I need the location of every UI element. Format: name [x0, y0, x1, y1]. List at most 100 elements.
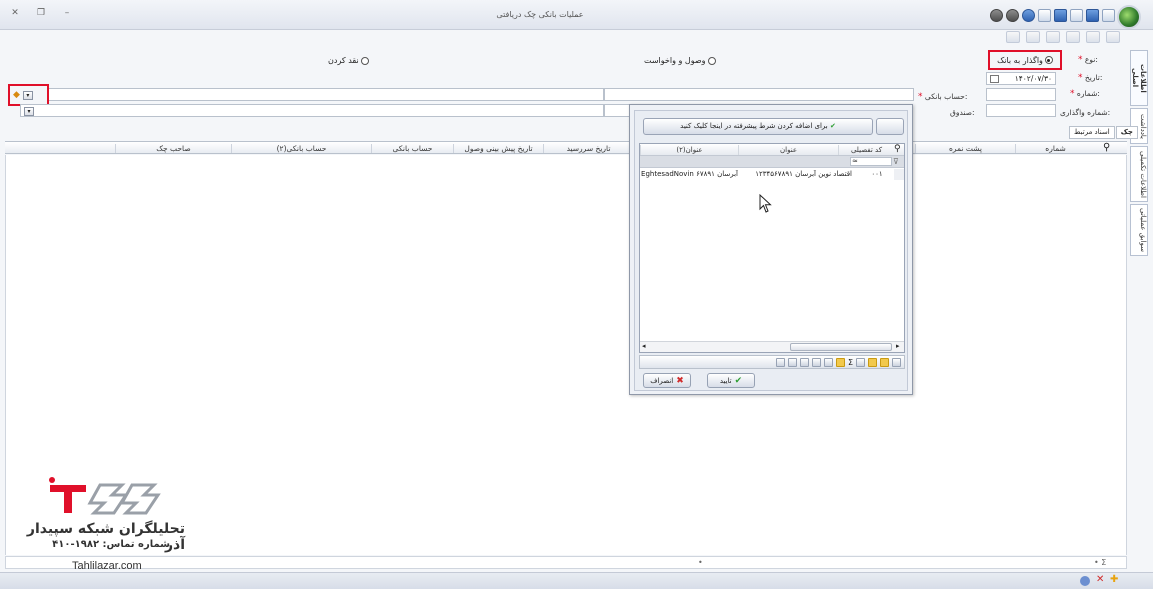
fit-columns-icon[interactable]: [835, 357, 845, 367]
watermark-website: Tahlilazar.com: [72, 560, 142, 572]
lookup-arrow-icon[interactable]: ◆: [13, 90, 20, 100]
watermark-logo: [49, 477, 161, 515]
grid-icon[interactable]: [1038, 8, 1051, 22]
tab-check[interactable]: چک: [1115, 126, 1138, 139]
col-bank-account[interactable]: حساب بانکی: [371, 144, 453, 153]
window-title: عملیات بانکی چک دریافتی: [496, 10, 584, 19]
secondary-toolbar: [960, 28, 1120, 46]
col-due-date[interactable]: تاریخ سررسید: [543, 144, 633, 153]
advanced-condition-button[interactable]: برای اضافه کردن شرط پیشرفته در اینجا کلی…: [643, 118, 873, 135]
bank-account-field-left[interactable]: [48, 88, 604, 101]
close-icon[interactable]: ✕: [8, 7, 22, 19]
new-icon[interactable]: [1106, 31, 1120, 43]
search-icon[interactable]: ⚲: [894, 144, 901, 154]
save-icon[interactable]: [1054, 8, 1067, 22]
date-field[interactable]: ۱۴۰۲/۰۷/۳۰: [986, 72, 1056, 85]
assign-number-field[interactable]: [986, 104, 1056, 117]
watermark-phone: شماره تماس: ۱۹۸۲-۴۱۰: [52, 539, 170, 550]
scroll-thumb[interactable]: [790, 343, 892, 351]
columns-icon[interactable]: [823, 357, 833, 367]
status-close-icon[interactable]: ✕: [1096, 574, 1104, 585]
print-icon[interactable]: [1006, 31, 1020, 43]
filter-icon[interactable]: ⊽: [893, 157, 899, 166]
col-number[interactable]: شماره: [1015, 144, 1095, 153]
radio-dot: [707, 56, 716, 65]
group-icon[interactable]: [856, 357, 865, 367]
col-bank-account-2[interactable]: حساب بانکی(۲): [231, 144, 371, 153]
lookup-row[interactable]: ۰۰۱ اقتصاد نوین آبرسان ۱۲۳۴۵۶۷۸۹۱ Eghtes…: [640, 169, 904, 180]
assign-number-label: شماره واگذاری:: [1060, 108, 1111, 117]
settings-icon[interactable]: [775, 357, 785, 367]
grid-footer: • Σ •: [5, 556, 1127, 569]
number-field[interactable]: [986, 88, 1056, 101]
bank-account-field[interactable]: [604, 88, 914, 101]
bookmark-icon[interactable]: [787, 357, 797, 367]
col-title[interactable]: عنوان: [738, 145, 838, 155]
refresh-icon[interactable]: [892, 357, 901, 367]
help-icon[interactable]: [1006, 8, 1019, 22]
cell-title: اقتصاد نوین آبرسان ۱۲۳۴۵۶۷۸۹۱: [755, 170, 852, 178]
edit-icon[interactable]: [1026, 31, 1040, 43]
lookup-grid: ⚲ کد تفصیلی عنوان عنوان(۲) ⊽ ≈ ۰۰۱ اقتصا…: [639, 143, 905, 353]
mouse-cursor-icon: [759, 194, 772, 213]
tab-related-docs[interactable]: اسناد مرتبط: [1069, 126, 1115, 139]
filter-operator-icon[interactable]: ≈: [852, 157, 858, 165]
dropdown-arrow-icon[interactable]: ▾: [22, 90, 33, 100]
tab-main-info[interactable]: اطلاعات اصلی: [1130, 50, 1148, 106]
col-detail-code[interactable]: کد تفصیلی: [838, 145, 894, 155]
radio-cash[interactable]: نقد کردن: [328, 56, 369, 65]
quick-access-toolbar: [965, 6, 1115, 24]
radio-assign-to-bank-box[interactable]: واگذار به بانک: [988, 50, 1062, 70]
tab-history[interactable]: سوابق عملیاتی: [1130, 204, 1148, 256]
col-check-owner[interactable]: صاحب چک: [115, 144, 231, 153]
minimize-icon[interactable]: –: [60, 7, 74, 19]
app-window: ✕ ❐ – عملیات بانکی چک دریافتی اطلاعات اص…: [0, 0, 1153, 589]
advanced-condition-side-button[interactable]: [876, 118, 904, 135]
options-icon[interactable]: [990, 8, 1003, 22]
tab-extra-info[interactable]: اطلاعات تکمیلی: [1130, 146, 1148, 202]
lookup-grid-header: ⚲ کد تفصیلی عنوان عنوان(۲): [640, 144, 904, 156]
ok-button[interactable]: تایید ✔: [707, 373, 755, 388]
undo-icon[interactable]: [1046, 31, 1060, 43]
status-add-icon[interactable]: ✚: [1110, 574, 1118, 585]
new-document-icon[interactable]: [1102, 8, 1115, 22]
print-icon[interactable]: [811, 357, 821, 367]
dropdown-arrow-icon[interactable]: ▾: [24, 107, 34, 116]
save-close-icon[interactable]: [1086, 8, 1099, 22]
cell-title-2: EghtesadNovin آبرسان ۶۷۸۹۱: [641, 170, 738, 178]
excel-icon[interactable]: [799, 357, 809, 367]
footer-sum: • Σ: [1094, 558, 1107, 567]
fund-field-left[interactable]: ▾: [20, 104, 604, 117]
col-title-2[interactable]: عنوان(۲): [640, 145, 738, 155]
calendar-icon[interactable]: [990, 74, 999, 83]
scroll-right-icon[interactable]: ▸: [896, 342, 900, 350]
scroll-left-icon[interactable]: ◂: [642, 342, 646, 350]
type-label: * نوع:: [1078, 55, 1098, 65]
horizontal-scrollbar[interactable]: ◂ ▸: [640, 341, 904, 352]
sum-icon[interactable]: Σ: [848, 358, 853, 367]
save-as-icon[interactable]: [1070, 8, 1083, 22]
number-label: * شماره:: [1070, 89, 1100, 99]
filter-clear-icon[interactable]: [868, 357, 877, 367]
cancel-button[interactable]: انصراف ✖: [643, 373, 691, 388]
status-bar: ✕ ✚: [0, 572, 1153, 589]
col-back-number[interactable]: پشت نمره: [915, 144, 1015, 153]
filter-icon[interactable]: [880, 357, 889, 367]
lookup-popup: برای اضافه کردن شرط پیشرفته در اینجا کلی…: [629, 104, 913, 395]
check-icon: ✔: [734, 375, 743, 386]
radio-dot: [360, 56, 369, 65]
grid-tabs: اسناد مرتبط چک: [1068, 126, 1138, 139]
redo-icon[interactable]: [1066, 31, 1080, 43]
radio-collect-protest[interactable]: وصول و واخواست: [644, 56, 716, 65]
radio-dot: [1044, 56, 1053, 64]
search-icon[interactable]: ⚲: [1103, 142, 1110, 153]
info-icon[interactable]: [1022, 8, 1035, 22]
restore-icon[interactable]: ❐: [34, 7, 48, 19]
refresh-icon[interactable]: [1086, 31, 1100, 43]
bank-account-lookup-box[interactable]: ◆ ▾: [8, 84, 49, 106]
lookup-toolbar: Σ: [639, 355, 905, 369]
col-forecast-date[interactable]: تاریخ پیش بینی وصول: [453, 144, 543, 153]
radio-assign-to-bank[interactable]: واگذار به بانک: [997, 56, 1053, 65]
lookup-popup-panel: برای اضافه کردن شرط پیشرفته در اینجا کلی…: [634, 110, 908, 391]
status-info-icon[interactable]: [1080, 576, 1090, 586]
